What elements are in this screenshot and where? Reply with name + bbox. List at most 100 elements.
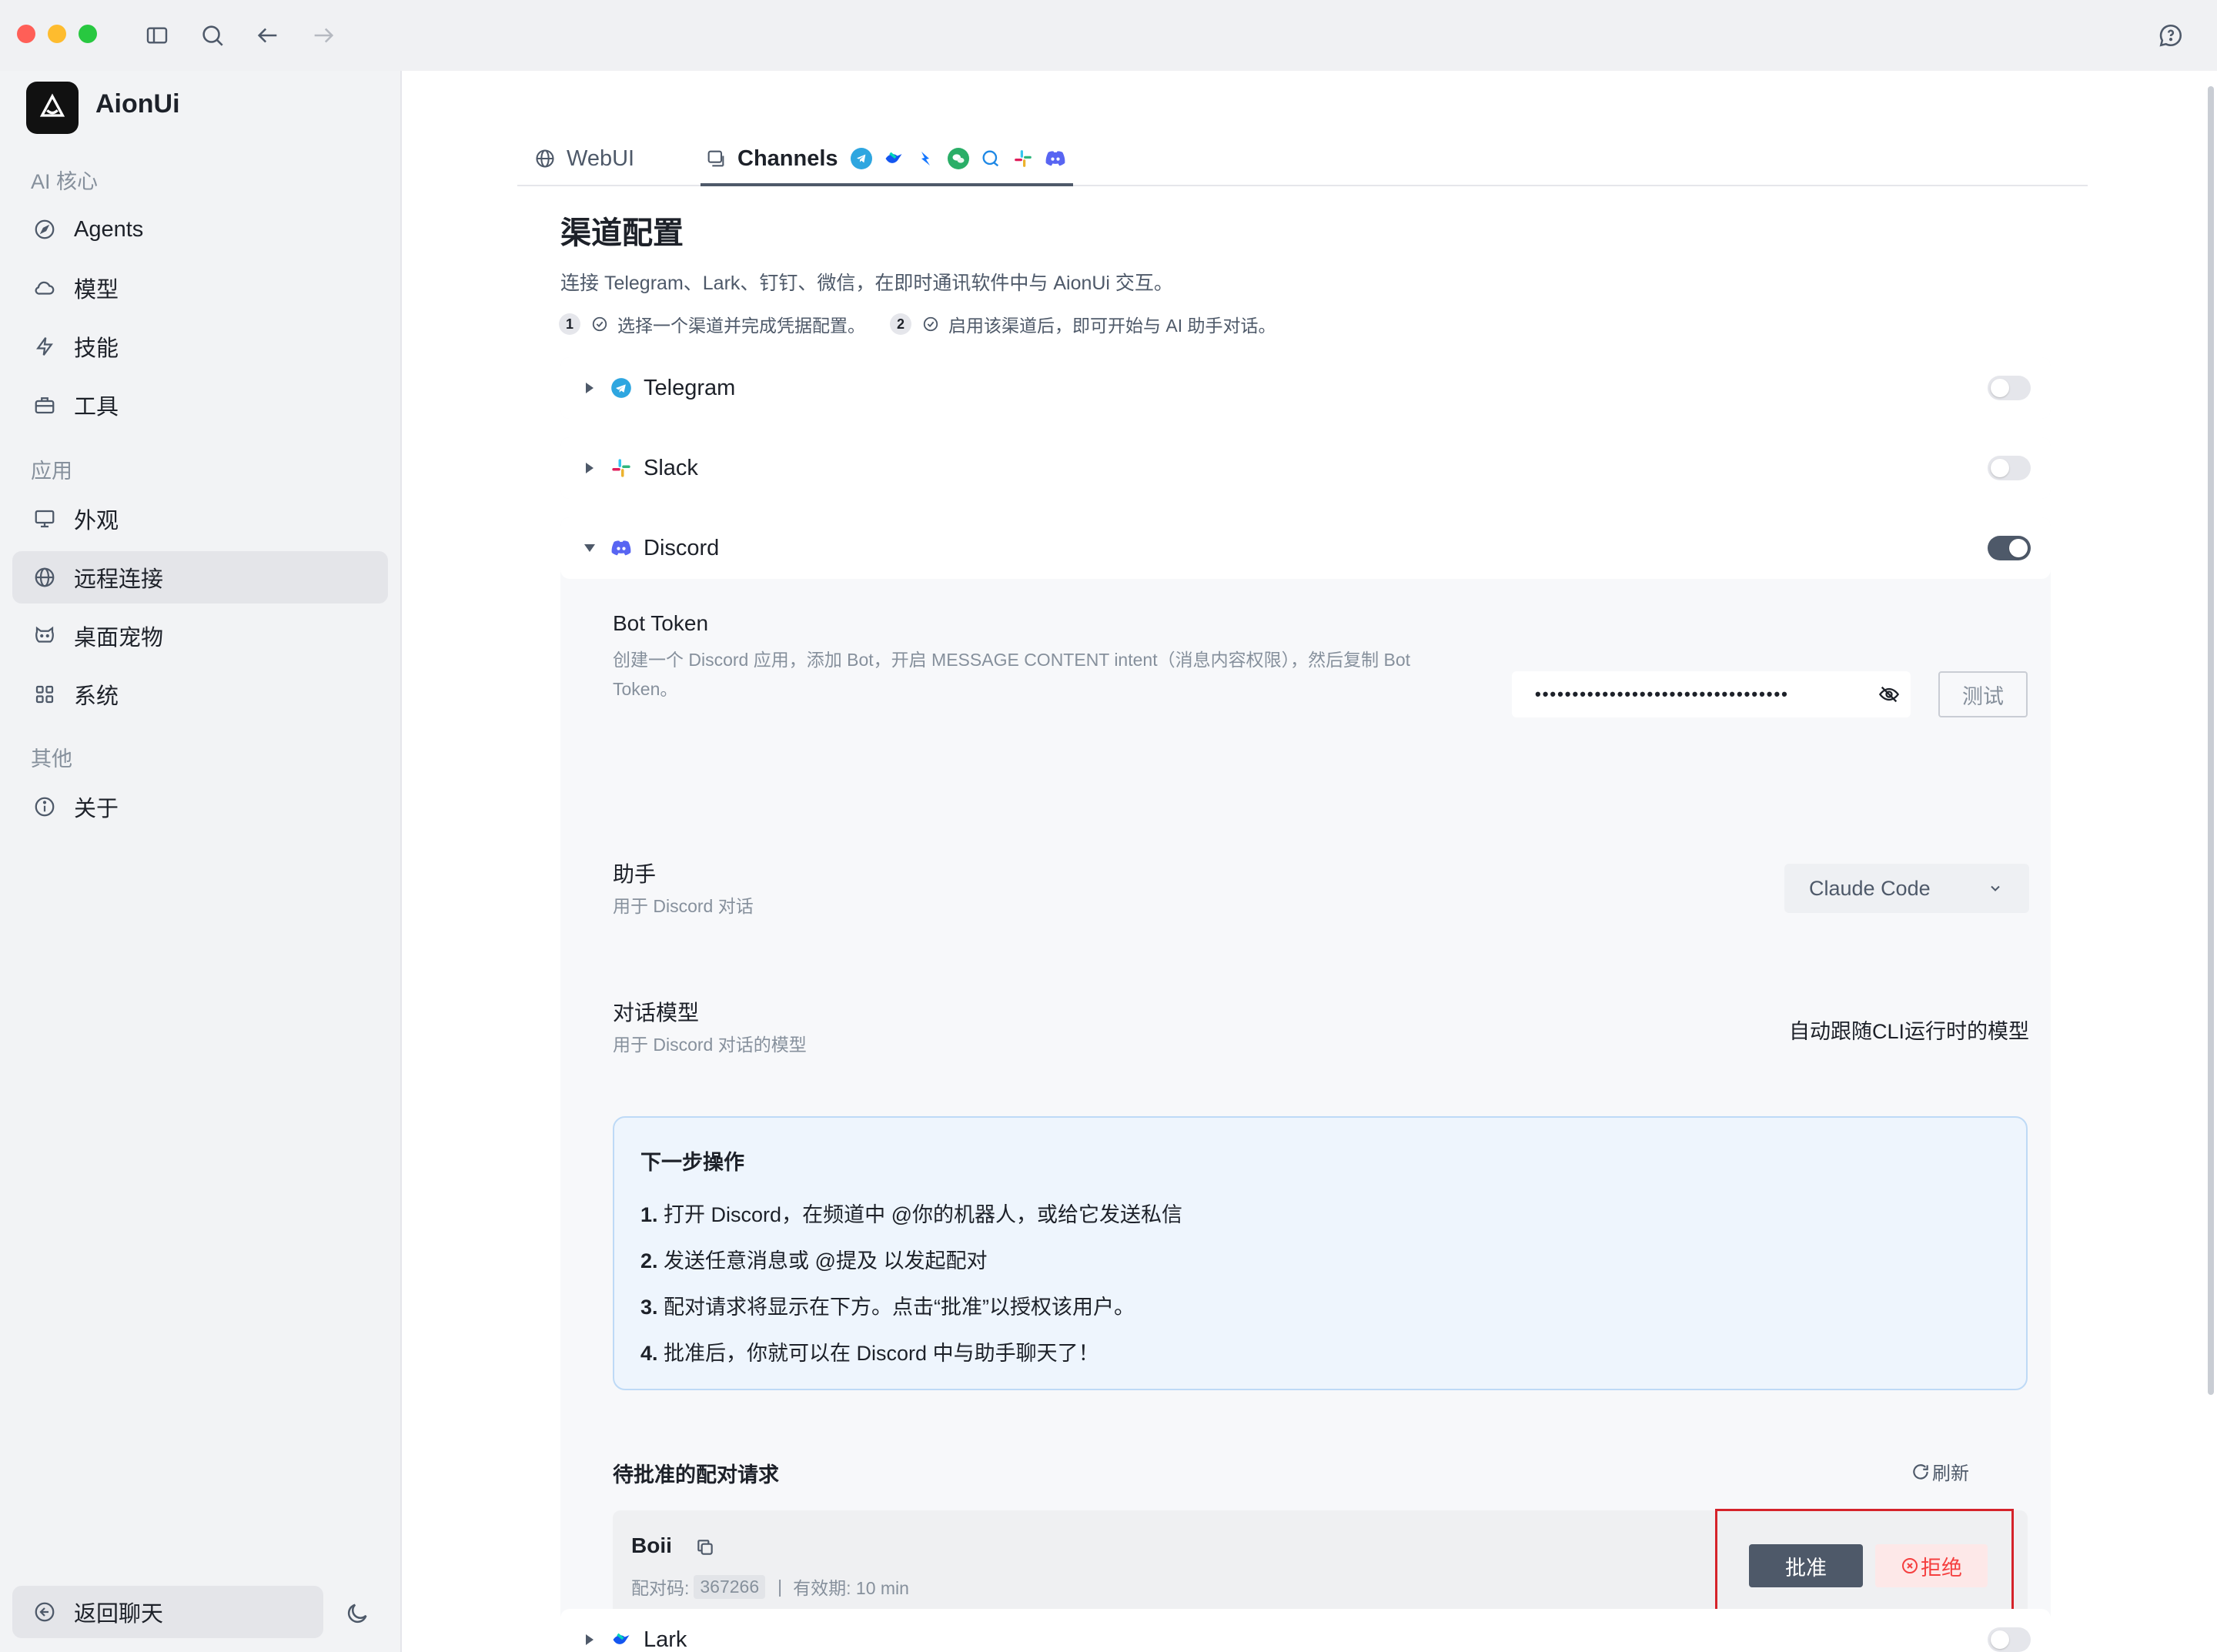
request-user-name: Boii [631,1533,715,1558]
sidebar-item-models[interactable]: 模型 [12,262,388,314]
title-bar [0,0,2217,72]
slack-icon [610,456,633,480]
wechat-icon [947,148,969,169]
cloud-icon [29,273,60,303]
sidebar-toggle-icon[interactable] [142,20,172,51]
tab-webui[interactable]: WebUI [534,132,634,185]
expiry-text: 有效期: 10 min [793,1578,909,1598]
lark-toggle[interactable] [1988,1627,2031,1652]
step-index: 3. [640,1296,658,1319]
next-steps-title: 下一步操作 [640,1151,744,1174]
channel-header[interactable]: Discord [560,517,2051,579]
sidebar-item-remote[interactable]: 远程连接 [12,551,388,604]
assistant-label: 助手 [613,862,657,886]
copy-icon[interactable] [695,1537,715,1557]
step-text: 批准后，你就可以在 Discord 中与助手聊天了！ [664,1342,1099,1365]
refresh-label: 刷新 [1932,1463,1969,1484]
channel-header[interactable]: Slack [560,437,2051,499]
sidebar-item-about[interactable]: 关于 [12,781,388,833]
caret-right-icon [582,1632,597,1647]
cat-icon [29,620,60,651]
back-to-chat-button[interactable]: 返回聊天 [12,1586,323,1638]
approve-button[interactable]: 批准 [1749,1544,1863,1587]
caret-right-icon [582,380,597,396]
caret-right-icon [582,460,597,476]
channels-icon [705,148,727,169]
close-window-button[interactable] [17,25,35,43]
arrow-left-icon[interactable] [252,20,283,51]
page-title: 渠道配置 [560,216,684,250]
step-text: 选择一个渠道并完成凭据配置。 [617,316,865,336]
step-number: 1 [559,313,580,335]
setup-steps: 1 选择一个渠道并完成凭据配置。 2 启用该渠道后，即可开始与 AI 助手对话。 [559,311,1276,337]
tab-label: Channels [737,145,838,171]
dingtalk-icon [915,148,937,169]
tab-bar: WebUI Channels [517,132,2088,186]
info-icon [29,791,60,822]
assistant-select-value: Claude Code [1809,876,1931,900]
discord-icon [1045,148,1066,169]
zoom-window-button[interactable] [79,25,97,43]
moon-icon[interactable] [340,1597,374,1630]
page-description: 连接 Telegram、Lark、钉钉、微信，在即时通讯软件中与 AionUi … [560,273,1173,294]
sidebar-item-skills[interactable]: 技能 [12,320,388,373]
step-text: 打开 Discord，在频道中 @你的机器人，或给它发送私信 [664,1203,1182,1226]
refresh-button[interactable]: 刷新 [1911,1458,1969,1485]
next-step-item: 4. 批准后，你就可以在 Discord 中与助手聊天了！ [640,1336,1099,1366]
next-steps-panel: 下一步操作 1. 打开 Discord，在频道中 @你的机器人，或给它发送私信 … [613,1116,2028,1390]
channel-card-discord: Discord Bot Token 创建一个 Discord 应用，添加 Bot… [560,517,2051,1652]
chevron-down-icon [1988,881,2003,896]
scrollbar[interactable] [2208,86,2214,1395]
bot-token-input[interactable]: •••••••••••••••••••••••••••••••••• [1512,671,1911,717]
sidebar-item-desktop-pet[interactable]: 桌面宠物 [12,610,388,662]
discord-toggle[interactable] [1988,536,2031,560]
telegram-toggle[interactable] [1988,376,2031,400]
request-meta: 配对码: 367266 | 有效期: 10 min [631,1573,909,1600]
compass-icon [29,214,60,245]
eye-off-icon[interactable] [1878,684,1900,705]
toolbox-icon [29,390,60,420]
channel-header[interactable]: Lark [560,1609,2051,1652]
model-value: 自动跟随CLI运行时的模型 [1788,1020,2029,1043]
globe-icon [534,148,556,169]
channel-card-telegram: Telegram [560,357,2051,419]
sidebar-item-appearance[interactable]: 外观 [12,493,388,545]
section-title-apps: 应用 [31,460,72,483]
sidebar-item-system[interactable]: 系统 [12,668,388,721]
search-icon[interactable] [197,20,228,51]
channel-header[interactable]: Telegram [560,357,2051,419]
sidebar-item-tools[interactable]: 工具 [12,379,388,431]
test-button[interactable]: 测试 [1938,671,2028,717]
channel-card-lark: Lark [560,1609,2051,1652]
sidebar-item-label: 工具 [74,395,119,420]
slack-toggle[interactable] [1988,456,2031,480]
minimize-window-button[interactable] [48,25,66,43]
pairing-code-label: 配对码: [631,1578,690,1598]
discord-icon [610,537,633,560]
monitor-icon [29,503,60,534]
sidebar-item-label: Agents [74,216,144,242]
check-circle-icon [592,316,607,332]
bot-token-value: •••••••••••••••••••••••••••••••••• [1535,684,1789,704]
assistant-select[interactable]: Claude Code [1784,864,2029,913]
arrow-right-icon[interactable] [308,20,339,51]
channel-name: Discord [644,535,720,560]
model-help: 用于 Discord 对话的模型 [613,1035,807,1055]
main-content: WebUI Channels 渠道配置 连接 Telegram、Lark、钉钉、… [402,71,2217,1652]
section-title-other: 其他 [31,747,72,771]
step-number: 2 [890,313,911,335]
sidebar-item-label: 关于 [74,797,119,821]
sidebar-item-label: 外观 [74,509,119,533]
sidebar-item-label: 桌面宠物 [74,626,164,650]
reject-button[interactable]: 拒绝 [1875,1544,1988,1587]
reject-label: 拒绝 [1921,1556,1962,1580]
feedback-icon[interactable] [2155,20,2186,51]
bot-token-label: Bot Token [613,611,709,635]
sidebar: AionUi AI 核心 Agents 模型 技能 工具 应用 外观 远程连接 … [0,71,402,1652]
lightning-icon [29,331,60,362]
step-index: 2. [640,1249,658,1272]
sidebar-item-agents[interactable]: Agents [12,203,388,256]
back-to-chat-label: 返回聊天 [74,1602,164,1627]
assistant-help: 用于 Discord 对话 [613,896,754,916]
tab-channels[interactable]: Channels [701,132,1073,186]
